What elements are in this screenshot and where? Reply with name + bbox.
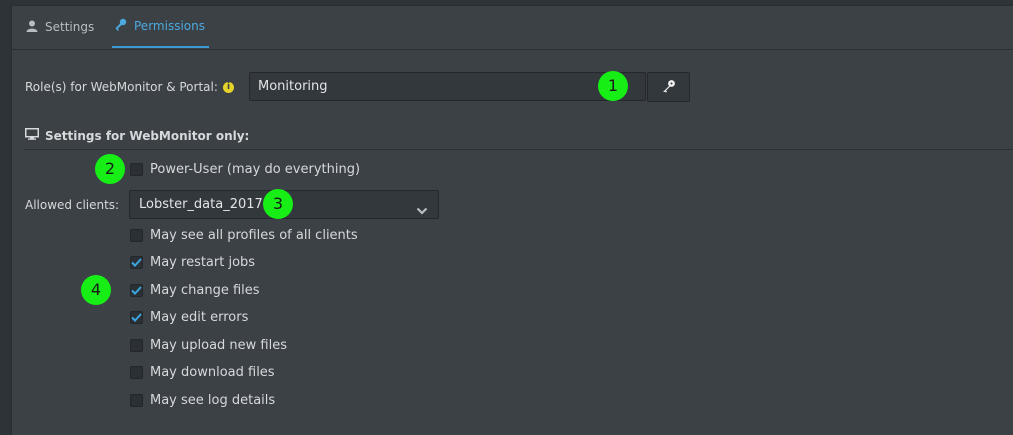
power-user-checkbox[interactable]: Power-User (may do everything) bbox=[130, 162, 360, 177]
roles-label: Role(s) for WebMonitor & Portal: bbox=[25, 80, 218, 94]
chevron-down-icon bbox=[416, 200, 428, 219]
permissions-panel: Settings Permissions Role(s) for WebMoni… bbox=[11, 5, 1013, 435]
tab-bar: Settings Permissions bbox=[12, 6, 1013, 50]
perm-label: May see all profiles of all clients bbox=[150, 228, 358, 243]
perm-label: May edit errors bbox=[150, 310, 249, 325]
checkbox[interactable] bbox=[130, 229, 143, 242]
checkmark-icon bbox=[131, 286, 142, 295]
checkbox[interactable] bbox=[130, 394, 143, 407]
annotation-marker-1: 1 bbox=[598, 71, 628, 101]
annotation-marker-2: 2 bbox=[95, 154, 125, 184]
monitor-icon bbox=[25, 128, 39, 143]
key-icon bbox=[114, 18, 127, 34]
tab-permissions-label: Permissions bbox=[134, 19, 205, 33]
power-user-label: Power-User (may do everything) bbox=[150, 162, 361, 177]
allowed-clients-label: Allowed clients: bbox=[25, 198, 120, 212]
perm-label: May restart jobs bbox=[150, 255, 256, 270]
perm-label: May download files bbox=[150, 365, 275, 380]
checkmark-icon bbox=[131, 258, 142, 267]
checkmark-icon bbox=[131, 313, 142, 322]
perm-upload-files[interactable]: May upload new files bbox=[130, 338, 287, 353]
user-icon bbox=[26, 20, 38, 35]
perm-label: May change files bbox=[150, 283, 260, 298]
checkbox-checked[interactable] bbox=[130, 284, 143, 297]
perm-label: May upload new files bbox=[150, 338, 287, 353]
section-header: Settings for WebMonitor only: bbox=[25, 128, 249, 143]
perm-see-all-profiles[interactable]: May see all profiles of all clients bbox=[130, 228, 358, 243]
roles-input[interactable] bbox=[249, 72, 646, 101]
allowed-clients-value: Lobster_data_2017 bbox=[139, 197, 263, 212]
perm-see-log-details[interactable]: May see log details bbox=[130, 393, 275, 408]
section-divider bbox=[24, 149, 1013, 150]
perm-restart-jobs[interactable]: May restart jobs bbox=[130, 255, 255, 270]
info-icon[interactable]: i bbox=[223, 82, 234, 93]
key-icon bbox=[662, 78, 676, 97]
tab-permissions[interactable]: Permissions bbox=[112, 6, 209, 48]
perm-edit-errors[interactable]: May edit errors bbox=[130, 310, 248, 325]
checkbox[interactable] bbox=[130, 163, 143, 176]
tab-settings[interactable]: Settings bbox=[26, 6, 94, 48]
perm-label: May see log details bbox=[150, 393, 276, 408]
annotation-marker-3: 3 bbox=[263, 189, 293, 219]
checkbox[interactable] bbox=[130, 366, 143, 379]
checkbox-checked[interactable] bbox=[130, 256, 143, 269]
perm-download-files[interactable]: May download files bbox=[130, 365, 275, 380]
checkbox[interactable] bbox=[130, 339, 143, 352]
tab-settings-label: Settings bbox=[45, 20, 95, 34]
role-picker-button[interactable] bbox=[647, 72, 690, 102]
checkbox-checked[interactable] bbox=[130, 311, 143, 324]
section-title: Settings for WebMonitor only: bbox=[45, 128, 250, 143]
annotation-marker-4: 4 bbox=[81, 275, 111, 305]
perm-change-files[interactable]: May change files bbox=[130, 283, 260, 298]
